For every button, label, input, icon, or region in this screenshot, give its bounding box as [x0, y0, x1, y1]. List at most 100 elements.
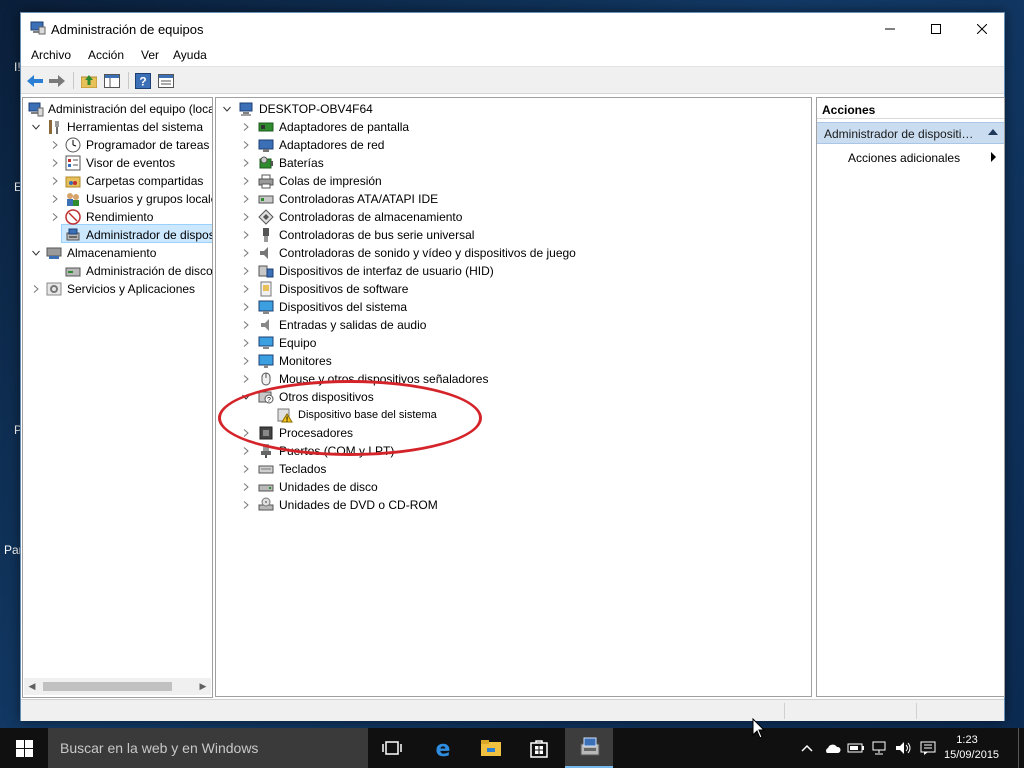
- start-button[interactable]: [0, 728, 48, 768]
- chevron-right-icon[interactable]: [50, 208, 60, 226]
- device-root[interactable]: DESKTOP-OBV4F64: [216, 100, 811, 118]
- chevron-right-icon[interactable]: [241, 118, 251, 136]
- power-tray-button[interactable]: [846, 728, 866, 768]
- device-category-row[interactable]: Entradas y salidas de audio: [216, 316, 811, 334]
- chevron-down-icon[interactable]: [222, 100, 232, 118]
- device-category-row[interactable]: Controladoras de sonido y vídeo y dispos…: [216, 244, 811, 262]
- tree-item-shared-folders[interactable]: Carpetas compartidas: [23, 172, 212, 190]
- device-category-row[interactable]: Equipo: [216, 334, 811, 352]
- tree-item-services-apps[interactable]: Servicios y Aplicaciones: [23, 280, 212, 298]
- edge-button[interactable]: e: [419, 728, 467, 768]
- maximize-button[interactable]: [913, 13, 959, 44]
- device-category-row[interactable]: Adaptadores de pantalla: [216, 118, 811, 136]
- tree-item-event-viewer[interactable]: Visor de eventos: [23, 154, 212, 172]
- help-button[interactable]: ?: [133, 71, 153, 90]
- chevron-right-icon[interactable]: [241, 496, 251, 514]
- menu-accion[interactable]: Acción: [88, 48, 124, 62]
- chevron-right-icon[interactable]: [241, 442, 251, 460]
- menu-ayuda[interactable]: Ayuda: [173, 48, 207, 62]
- device-category-row[interactable]: Controladoras de bus serie universal: [216, 226, 811, 244]
- taskbar-clock[interactable]: 1:23 15/09/2015: [944, 733, 999, 763]
- device-category-row[interactable]: Unidades de disco: [216, 478, 811, 496]
- tree-item-device-manager[interactable]: Administrador de dispositivos: [23, 226, 212, 244]
- up-one-level-button[interactable]: [79, 71, 99, 90]
- chevron-right-icon[interactable]: [241, 172, 251, 190]
- tree-item-local-users[interactable]: Usuarios y grupos locales: [23, 190, 212, 208]
- device-category-row[interactable]: Dispositivos del sistema: [216, 298, 811, 316]
- minimize-button[interactable]: [867, 13, 913, 44]
- device-category-row[interactable]: Teclados: [216, 460, 811, 478]
- device-category-row[interactable]: Baterías: [216, 154, 811, 172]
- chevron-right-icon[interactable]: [241, 460, 251, 478]
- chevron-right-icon[interactable]: [241, 208, 251, 226]
- device-category-row[interactable]: ? Otros dispositivos: [216, 388, 811, 406]
- scroll-right-icon[interactable]: ▶: [198, 681, 208, 692]
- menu-ver[interactable]: Ver: [141, 48, 159, 62]
- chevron-right-icon[interactable]: [50, 136, 60, 154]
- chevron-right-icon[interactable]: [50, 190, 60, 208]
- store-button[interactable]: [515, 728, 563, 768]
- actions-section-device-manager[interactable]: Administrador de dispositivos: [817, 122, 1004, 144]
- chevron-right-icon[interactable]: [241, 244, 251, 262]
- device-category-row[interactable]: ! Dispositivo base del sistema: [216, 406, 811, 424]
- menu-archivo[interactable]: Archivo: [31, 48, 71, 62]
- device-category-row[interactable]: Dispositivos de interfaz de usuario (HID…: [216, 262, 811, 280]
- show-hide-tree-button[interactable]: [102, 71, 122, 90]
- collapse-up-icon[interactable]: [988, 129, 998, 135]
- chevron-right-icon[interactable]: [241, 190, 251, 208]
- more-actions-item[interactable]: Acciones adicionales: [848, 151, 960, 165]
- device-category-row[interactable]: Controladoras de almacenamiento: [216, 208, 811, 226]
- device-category-row[interactable]: Controladoras ATA/ATAPI IDE: [216, 190, 811, 208]
- action-center-button[interactable]: [918, 728, 938, 768]
- chevron-right-icon[interactable]: [241, 352, 251, 370]
- tree-item-computer-management[interactable]: Administración del equipo (local): [23, 100, 212, 118]
- network-tray-button[interactable]: [870, 728, 890, 768]
- tree-item-system-tools[interactable]: Herramientas del sistema: [23, 118, 212, 136]
- chevron-down-icon[interactable]: [241, 388, 251, 406]
- scrollbar-thumb[interactable]: [43, 682, 172, 691]
- forward-button[interactable]: [47, 71, 67, 90]
- chevron-right-icon[interactable]: [31, 280, 41, 298]
- task-view-button[interactable]: [368, 728, 416, 768]
- file-explorer-button[interactable]: [467, 728, 515, 768]
- tree-item-performance[interactable]: Rendimiento: [23, 208, 212, 226]
- tree-item-disk-management[interactable]: Administración de discos: [23, 262, 212, 280]
- device-category-row[interactable]: Colas de impresión: [216, 172, 811, 190]
- chevron-down-icon[interactable]: [31, 244, 41, 262]
- device-category-row[interactable]: Unidades de DVD o CD-ROM: [216, 496, 811, 514]
- device-category-row[interactable]: Puertos (COM y LPT): [216, 442, 811, 460]
- chevron-right-icon[interactable]: [50, 154, 60, 172]
- chevron-right-icon[interactable]: [241, 316, 251, 334]
- properties-button[interactable]: [156, 71, 176, 90]
- close-button[interactable]: [959, 13, 1005, 44]
- chevron-right-icon[interactable]: [241, 298, 251, 316]
- horizontal-scrollbar[interactable]: ◀ ▶: [24, 678, 211, 695]
- show-hidden-icons-button[interactable]: [798, 728, 816, 768]
- chevron-right-icon[interactable]: [241, 136, 251, 154]
- title-bar[interactable]: Administración de equipos: [21, 13, 1004, 44]
- device-category-row[interactable]: Dispositivos de software: [216, 280, 811, 298]
- computer-management-taskbar-button[interactable]: [565, 728, 613, 768]
- back-button[interactable]: [25, 71, 45, 90]
- chevron-right-icon[interactable]: [50, 172, 60, 190]
- scroll-left-icon[interactable]: ◀: [27, 681, 37, 692]
- onedrive-tray-button[interactable]: [822, 728, 842, 768]
- chevron-right-icon[interactable]: [241, 334, 251, 352]
- chevron-right-icon[interactable]: [241, 370, 251, 388]
- taskbar-search-input[interactable]: Buscar en la web y en Windows: [48, 728, 368, 768]
- device-category-row[interactable]: Monitores: [216, 352, 811, 370]
- chevron-right-icon[interactable]: [241, 478, 251, 496]
- chevron-right-icon[interactable]: [241, 424, 251, 442]
- tree-item-storage[interactable]: Almacenamiento: [23, 244, 212, 262]
- show-desktop-button[interactable]: [1018, 728, 1024, 768]
- tree-item-task-scheduler[interactable]: Programador de tareas: [23, 136, 212, 154]
- chevron-down-icon[interactable]: [31, 118, 41, 136]
- chevron-right-icon[interactable]: [241, 154, 251, 172]
- chevron-right-icon[interactable]: [241, 280, 251, 298]
- volume-tray-button[interactable]: [894, 728, 914, 768]
- device-category-row[interactable]: Procesadores: [216, 424, 811, 442]
- submenu-arrow-icon[interactable]: [991, 152, 996, 162]
- device-category-row[interactable]: Adaptadores de red: [216, 136, 811, 154]
- chevron-right-icon[interactable]: [241, 262, 251, 280]
- device-category-row[interactable]: Mouse y otros dispositivos señaladores: [216, 370, 811, 388]
